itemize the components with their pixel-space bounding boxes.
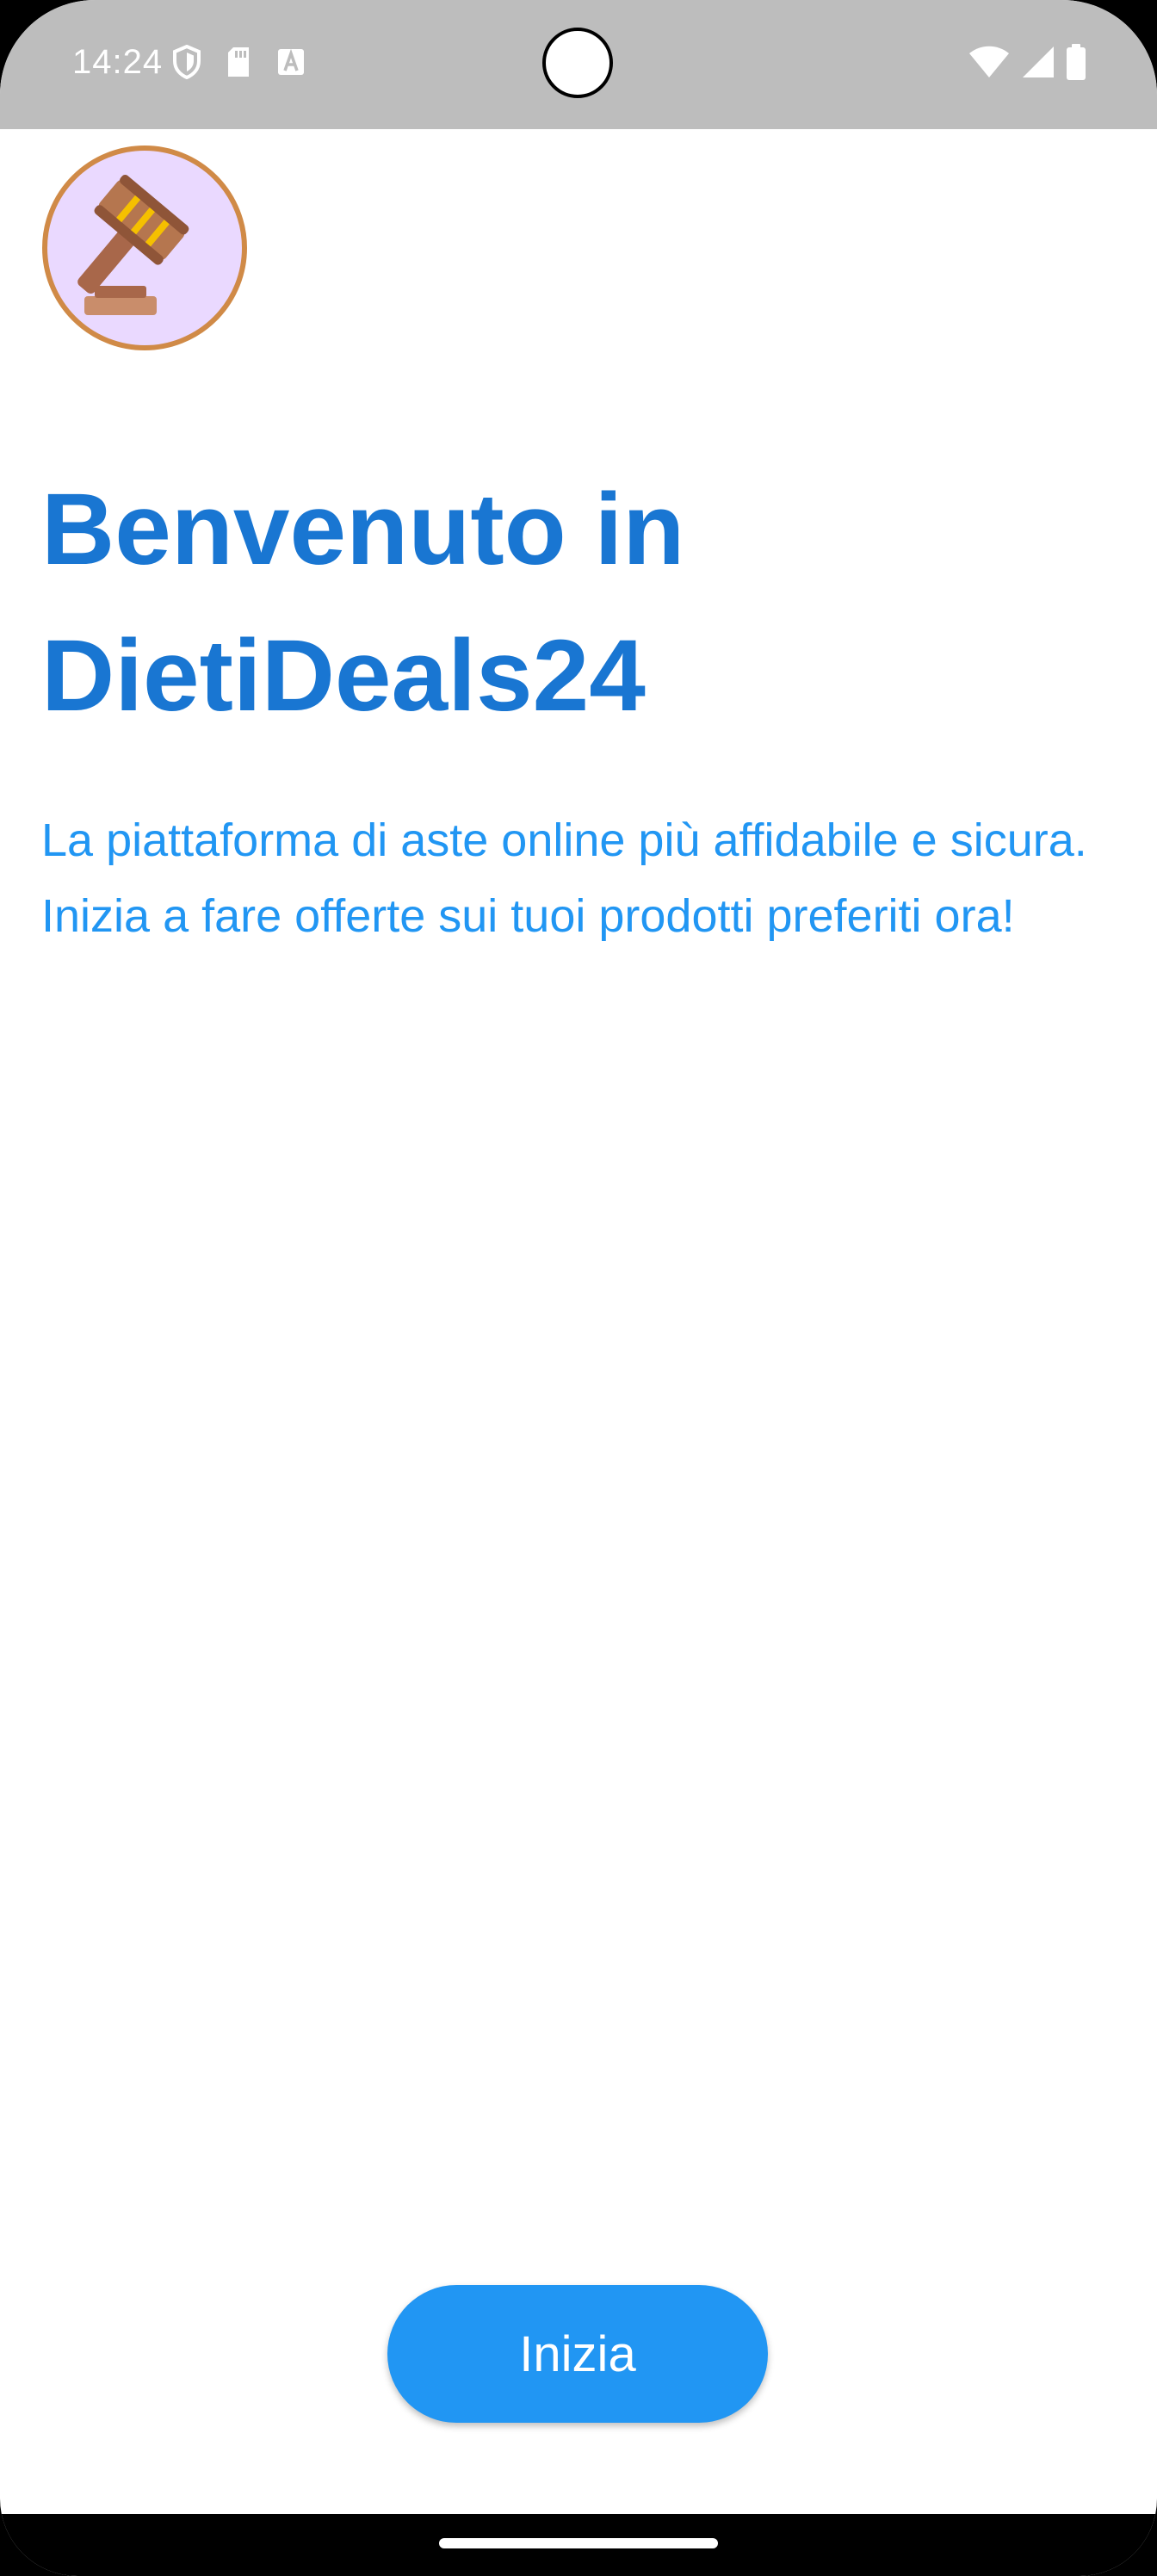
cell-signal-icon (1023, 46, 1054, 77)
gavel-icon (42, 146, 247, 350)
wifi-icon (969, 46, 1009, 77)
camera-cutout (542, 28, 613, 98)
status-right-icons (968, 43, 1086, 81)
status-bar: 14:24 (0, 0, 1157, 129)
welcome-title: Benvenuto in DietiDeals24 (41, 456, 1109, 749)
welcome-subtitle: La piattaforma di aste online più affida… (41, 814, 1087, 942)
app-logo (41, 145, 248, 351)
welcome-title-line1: Benvenuto in (41, 473, 685, 586)
sd-card-icon (228, 47, 249, 77)
start-button[interactable]: Inizia (387, 2285, 768, 2423)
status-time: 14:24 (72, 43, 164, 81)
home-indicator[interactable] (439, 2538, 718, 2548)
keyboard-a-icon (278, 48, 304, 75)
app-screen: 14:24 Benvenuto in DietiDeals24 La piatt… (0, 0, 1157, 2576)
status-left-icons (172, 45, 306, 79)
shield-icon (173, 45, 201, 79)
battery-icon (1067, 44, 1086, 80)
welcome-title-line2: DietiDeals24 (41, 619, 646, 733)
